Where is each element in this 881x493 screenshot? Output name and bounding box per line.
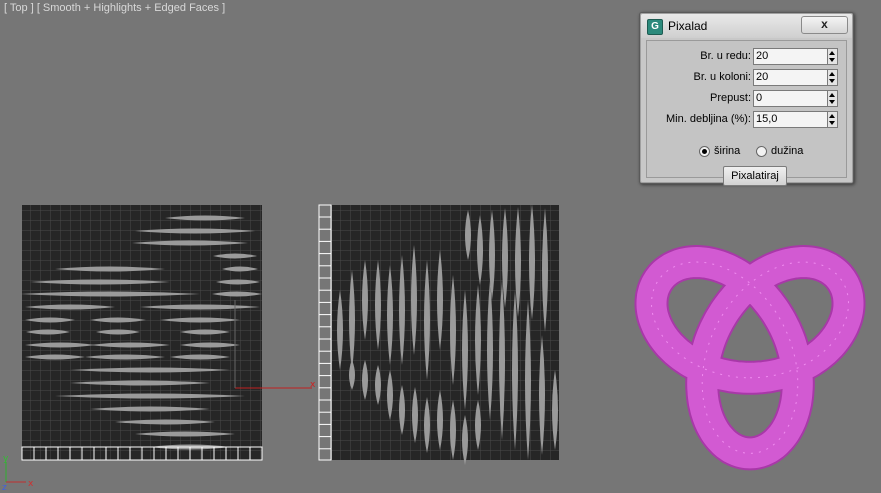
- min-debljina-spinner[interactable]: [827, 111, 838, 128]
- br-u-redu-input[interactable]: 20: [753, 48, 829, 65]
- row-min-debljina: Min. debljina (%): 15,0: [647, 111, 846, 129]
- row-br-u-koloni: Br. u koloni: 20: [647, 69, 846, 87]
- trefoil-knot[interactable]: [634, 244, 866, 471]
- pixalad-dialog[interactable]: G Pixalad x Br. u redu: 20 Br. u koloni:…: [639, 12, 854, 186]
- radio-sirina-label[interactable]: širina: [714, 145, 740, 157]
- spinner-down-icon[interactable]: [829, 58, 835, 62]
- pixalatiraj-button[interactable]: Pixalatiraj: [723, 166, 787, 186]
- min-debljina-input[interactable]: 15,0: [753, 111, 829, 128]
- label-br-u-koloni: Br. u koloni:: [693, 71, 751, 83]
- label-min-debljina: Min. debljina (%):: [666, 113, 751, 125]
- dialog-panel: Br. u redu: 20 Br. u koloni: 20 Prepust:…: [646, 40, 847, 186]
- spinner-down-icon[interactable]: [829, 121, 835, 125]
- spinner-up-icon[interactable]: [829, 72, 835, 76]
- radio-sirina[interactable]: [699, 146, 710, 157]
- orientation-radio-group: širina dužina: [647, 145, 846, 161]
- br-u-koloni-input[interactable]: 20: [753, 69, 829, 86]
- side-edge-ticks: [319, 216, 331, 450]
- svg-text:z: z: [2, 483, 7, 493]
- prepust-spinner[interactable]: [827, 90, 838, 107]
- row-prepust: Prepust: 0: [647, 90, 846, 108]
- spinner-up-icon[interactable]: [829, 51, 835, 55]
- svg-text:x: x: [28, 479, 34, 489]
- gizmo-x-label: x: [310, 380, 316, 390]
- label-prepust: Prepust:: [710, 92, 751, 104]
- label-br-u-redu: Br. u redu:: [700, 50, 751, 62]
- app-logo-icon: G: [647, 19, 663, 35]
- radio-duzina[interactable]: [756, 146, 767, 157]
- spinner-up-icon[interactable]: [829, 93, 835, 97]
- pixel-panel-right[interactable]: [318, 204, 559, 465]
- pixel-panel-left[interactable]: x: [20, 205, 316, 461]
- row-br-u-redu: Br. u redu: 20: [647, 48, 846, 66]
- spinner-up-icon[interactable]: [829, 114, 835, 118]
- svg-text:y: y: [3, 454, 9, 464]
- dialog-titlebar[interactable]: G Pixalad x: [641, 14, 852, 38]
- spinner-down-icon[interactable]: [829, 100, 835, 104]
- radio-duzina-label[interactable]: dužina: [771, 145, 803, 157]
- prepust-input[interactable]: 0: [753, 90, 829, 107]
- br-u-redu-spinner[interactable]: [827, 48, 838, 65]
- close-button[interactable]: x: [801, 16, 848, 34]
- spinner-down-icon[interactable]: [829, 79, 835, 83]
- dialog-title: Pixalad: [668, 19, 708, 33]
- br-u-koloni-spinner[interactable]: [827, 69, 838, 86]
